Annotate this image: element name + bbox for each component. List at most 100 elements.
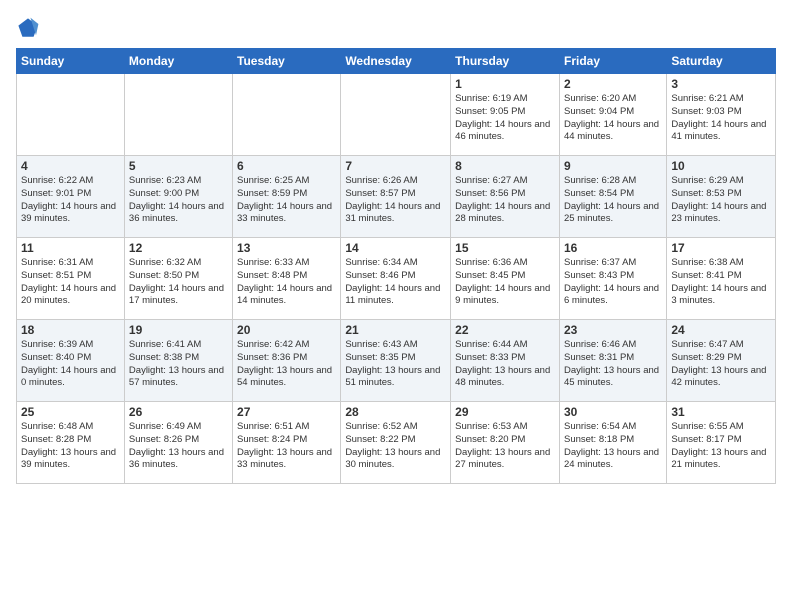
day-info: Sunrise: 6:32 AM Sunset: 8:50 PM Dayligh… [129,257,228,308]
day-number: 16 [564,241,662,255]
day-info: Sunrise: 6:41 AM Sunset: 8:38 PM Dayligh… [129,339,228,390]
calendar-cell: 31 Sunrise: 6:55 AM Sunset: 8:17 PM Dayli… [667,402,776,484]
day-info: Sunrise: 6:55 AM Sunset: 8:17 PM Dayligh… [671,421,771,472]
day-info: Sunrise: 6:53 AM Sunset: 8:20 PM Dayligh… [455,421,555,472]
calendar-cell: 24 Sunrise: 6:47 AM Sunset: 8:29 PM Dayli… [667,320,776,402]
day-info: Sunrise: 6:38 AM Sunset: 8:41 PM Dayligh… [671,257,771,308]
day-number: 2 [564,77,662,91]
day-info: Sunrise: 6:49 AM Sunset: 8:26 PM Dayligh… [129,421,228,472]
calendar-cell: 11Sunrise: 6:31 AM Sunset: 8:51 PM Dayli… [17,238,125,320]
day-number: 22 [455,323,555,337]
calendar-header-row: SundayMondayTuesdayWednesdayThursdayFrid… [17,49,776,74]
day-number: 20 [237,323,336,337]
day-info: Sunrise: 6:25 AM Sunset: 8:59 PM Dayligh… [237,175,336,226]
day-info: Sunrise: 6:19 AM Sunset: 9:05 PM Dayligh… [455,93,555,144]
day-number: 27 [237,405,336,419]
day-number: 26 [129,405,228,419]
day-number: 10 [671,159,771,173]
day-info: Sunrise: 6:27 AM Sunset: 8:56 PM Dayligh… [455,175,555,226]
calendar-cell: 25Sunrise: 6:48 AM Sunset: 8:28 PM Dayli… [17,402,125,484]
day-header-tuesday: Tuesday [233,49,341,74]
day-info: Sunrise: 6:52 AM Sunset: 8:22 PM Dayligh… [345,421,446,472]
calendar-cell: 15Sunrise: 6:36 AM Sunset: 8:45 PM Dayli… [451,238,560,320]
calendar-cell [17,74,125,156]
day-number: 24 [671,323,771,337]
day-info: Sunrise: 6:46 AM Sunset: 8:31 PM Dayligh… [564,339,662,390]
day-info: Sunrise: 6:29 AM Sunset: 8:53 PM Dayligh… [671,175,771,226]
day-header-saturday: Saturday [667,49,776,74]
calendar-cell: 12 Sunrise: 6:32 AM Sunset: 8:50 PM Dayli… [124,238,232,320]
calendar-cell [233,74,341,156]
calendar-cell: 1 Sunrise: 6:19 AM Sunset: 9:05 PM Daylig… [451,74,560,156]
day-header-friday: Friday [559,49,666,74]
calendar-cell: 18 Sunrise: 6:39 AM Sunset: 8:40 PM Dayli… [17,320,125,402]
day-number: 8 [455,159,555,173]
calendar-cell: 10 Sunrise: 6:29 AM Sunset: 8:53 PM Dayli… [667,156,776,238]
day-info: Sunrise: 6:20 AM Sunset: 9:04 PM Dayligh… [564,93,662,144]
calendar-cell: 28 Sunrise: 6:52 AM Sunset: 8:22 PM Dayli… [341,402,451,484]
calendar-cell: 3 Sunrise: 6:21 AM Sunset: 9:03 PM Daylig… [667,74,776,156]
calendar-week-row: 11Sunrise: 6:31 AM Sunset: 8:51 PM Dayli… [17,238,776,320]
calendar-week-row: 4Sunrise: 6:22 AM Sunset: 9:01 PM Daylig… [17,156,776,238]
day-number: 3 [671,77,771,91]
calendar-cell: 2 Sunrise: 6:20 AM Sunset: 9:04 PM Daylig… [559,74,666,156]
day-info: Sunrise: 6:51 AM Sunset: 8:24 PM Dayligh… [237,421,336,472]
calendar-cell: 14 Sunrise: 6:34 AM Sunset: 8:46 PM Dayli… [341,238,451,320]
calendar-cell: 16 Sunrise: 6:37 AM Sunset: 8:43 PM Dayli… [559,238,666,320]
day-info: Sunrise: 6:33 AM Sunset: 8:48 PM Dayligh… [237,257,336,308]
day-info: Sunrise: 6:34 AM Sunset: 8:46 PM Dayligh… [345,257,446,308]
day-number: 19 [129,323,228,337]
calendar-cell: 7 Sunrise: 6:26 AM Sunset: 8:57 PM Daylig… [341,156,451,238]
day-number: 12 [129,241,228,255]
day-number: 14 [345,241,446,255]
day-header-thursday: Thursday [451,49,560,74]
day-number: 1 [455,77,555,91]
day-number: 7 [345,159,446,173]
logo-icon [16,16,40,40]
day-info: Sunrise: 6:47 AM Sunset: 8:29 PM Dayligh… [671,339,771,390]
calendar-cell: 13 Sunrise: 6:33 AM Sunset: 8:48 PM Dayli… [233,238,341,320]
day-header-sunday: Sunday [17,49,125,74]
day-header-monday: Monday [124,49,232,74]
day-number: 30 [564,405,662,419]
calendar-week-row: 1 Sunrise: 6:19 AM Sunset: 9:05 PM Daylig… [17,74,776,156]
calendar-cell: 27 Sunrise: 6:51 AM Sunset: 8:24 PM Dayli… [233,402,341,484]
calendar-cell [341,74,451,156]
calendar-cell: 23Sunrise: 6:46 AM Sunset: 8:31 PM Dayli… [559,320,666,402]
day-number: 9 [564,159,662,173]
day-info: Sunrise: 6:28 AM Sunset: 8:54 PM Dayligh… [564,175,662,226]
day-header-wednesday: Wednesday [341,49,451,74]
day-info: Sunrise: 6:54 AM Sunset: 8:18 PM Dayligh… [564,421,662,472]
day-number: 15 [455,241,555,255]
day-number: 31 [671,405,771,419]
calendar-cell [124,74,232,156]
day-info: Sunrise: 6:26 AM Sunset: 8:57 PM Dayligh… [345,175,446,226]
calendar-table: SundayMondayTuesdayWednesdayThursdayFrid… [16,48,776,484]
calendar-cell: 20 Sunrise: 6:42 AM Sunset: 8:36 PM Dayli… [233,320,341,402]
day-number: 21 [345,323,446,337]
calendar-cell: 17Sunrise: 6:38 AM Sunset: 8:41 PM Dayli… [667,238,776,320]
calendar-cell: 9 Sunrise: 6:28 AM Sunset: 8:54 PM Daylig… [559,156,666,238]
day-info: Sunrise: 6:37 AM Sunset: 8:43 PM Dayligh… [564,257,662,308]
day-info: Sunrise: 6:21 AM Sunset: 9:03 PM Dayligh… [671,93,771,144]
day-info: Sunrise: 6:39 AM Sunset: 8:40 PM Dayligh… [21,339,120,390]
logo [16,16,44,40]
day-number: 28 [345,405,446,419]
day-number: 18 [21,323,120,337]
calendar-cell: 4Sunrise: 6:22 AM Sunset: 9:01 PM Daylig… [17,156,125,238]
day-number: 5 [129,159,228,173]
day-number: 29 [455,405,555,419]
day-info: Sunrise: 6:48 AM Sunset: 8:28 PM Dayligh… [21,421,120,472]
calendar-cell: 6Sunrise: 6:25 AM Sunset: 8:59 PM Daylig… [233,156,341,238]
main-container: SundayMondayTuesdayWednesdayThursdayFrid… [0,0,792,612]
calendar-cell: 22Sunrise: 6:44 AM Sunset: 8:33 PM Dayli… [451,320,560,402]
day-info: Sunrise: 6:43 AM Sunset: 8:35 PM Dayligh… [345,339,446,390]
day-info: Sunrise: 6:42 AM Sunset: 8:36 PM Dayligh… [237,339,336,390]
day-info: Sunrise: 6:31 AM Sunset: 8:51 PM Dayligh… [21,257,120,308]
day-number: 13 [237,241,336,255]
calendar-week-row: 18 Sunrise: 6:39 AM Sunset: 8:40 PM Dayli… [17,320,776,402]
day-number: 4 [21,159,120,173]
calendar-cell: 5 Sunrise: 6:23 AM Sunset: 9:00 PM Daylig… [124,156,232,238]
calendar-cell: 19 Sunrise: 6:41 AM Sunset: 8:38 PM Dayli… [124,320,232,402]
day-info: Sunrise: 6:23 AM Sunset: 9:00 PM Dayligh… [129,175,228,226]
